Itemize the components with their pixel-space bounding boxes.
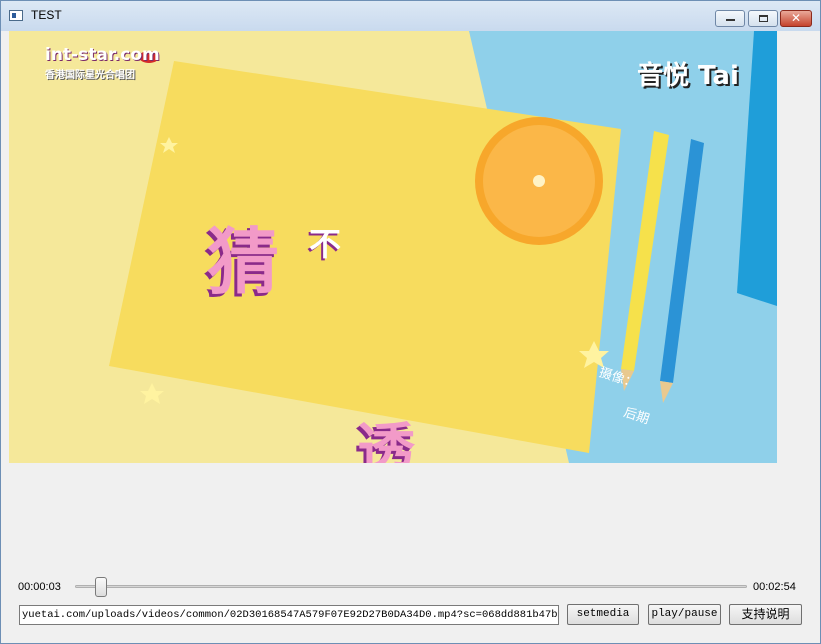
video-frame[interactable]: int-star.com 香港国际星光合唱团 音悦 Tai 猜 不 透 摄像： … xyxy=(9,31,777,463)
setmedia-button[interactable]: setmedia xyxy=(567,604,639,625)
maximize-button[interactable] xyxy=(748,10,778,27)
app-window: TEST ✕ int-star.com 香港国际星光合唱团 音悦 Tai 猜 不… xyxy=(0,0,821,644)
overlay-character-3: 透 xyxy=(357,416,416,463)
seek-slider[interactable] xyxy=(75,585,747,588)
minimize-icon xyxy=(726,19,735,21)
total-time: 00:02:54 xyxy=(753,581,796,593)
logo-subtext: 香港国际星光合唱团 xyxy=(45,70,135,81)
media-url-input[interactable]: yuetai.com/uploads/videos/common/02D3016… xyxy=(19,605,559,625)
minimize-button[interactable] xyxy=(715,10,745,27)
play-pause-button[interactable]: play/pause xyxy=(648,604,721,625)
channel-watermark: 音悦 Tai xyxy=(637,61,739,91)
seek-slider-handle[interactable] xyxy=(95,577,107,597)
maximize-icon xyxy=(759,15,768,22)
help-button[interactable]: 支持说明 xyxy=(729,604,802,625)
window-title: TEST xyxy=(31,8,62,22)
close-button[interactable]: ✕ xyxy=(780,10,812,27)
logo-text: int-star.com xyxy=(45,45,160,65)
app-icon xyxy=(9,10,23,21)
current-time: 00:00:03 xyxy=(18,581,61,593)
video-scene xyxy=(9,31,777,463)
close-icon: ✕ xyxy=(790,11,802,25)
overlay-character-1: 猜 xyxy=(207,220,280,304)
overlay-character-2: 不 xyxy=(309,225,342,263)
title-bar[interactable]: TEST ✕ xyxy=(1,1,820,31)
